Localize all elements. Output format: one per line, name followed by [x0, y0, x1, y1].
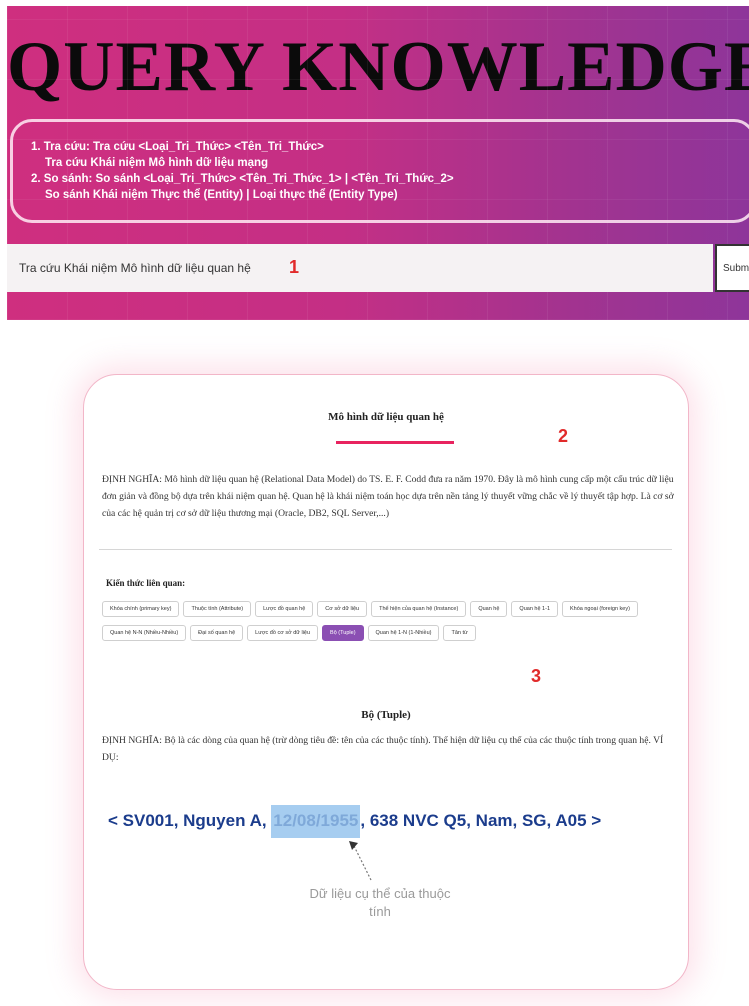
guide-line: 2. So sánh: So sánh <Loại_Tri_Thức> <Tên…: [31, 173, 454, 185]
result-title: Mô hình dữ liệu quan hệ: [328, 411, 444, 423]
query-bar: Submit: [7, 244, 749, 292]
pointer-arrow-icon: [349, 841, 372, 881]
annotation-marker-1: 1: [289, 257, 300, 277]
usage-guide: 1. Tra cứu: Tra cứu <Loại_Tri_Thức> <Tên…: [10, 119, 749, 223]
annotation-marker-3: 3: [531, 666, 542, 686]
divider: [99, 549, 672, 550]
attribute-note: Dữ liệu cụ thể của thuộc tính: [309, 886, 451, 919]
definition-text: ĐỊNH NGHĨA: Mô hình dữ liệu quan hệ (Rel…: [102, 474, 674, 519]
tuple-highlight: 12/08/1955: [271, 805, 361, 838]
guide-line: So sánh Khái niệm Thực thể (Entity) | Lo…: [45, 189, 398, 201]
related-tag[interactable]: Quan hệ N-N (Nhiều-Nhiều): [102, 625, 187, 641]
guide-line: 1. Tra cứu: Tra cứu <Loại_Tri_Thức> <Tên…: [31, 141, 324, 153]
header-banner: QUERY KNOWLEDGE 1. Tra cứu: Tra cứu <Loạ…: [7, 6, 749, 320]
page-title: QUERY KNOWLEDGE: [7, 28, 749, 106]
annotation-marker-2: 2: [558, 426, 569, 446]
tuple-example: < SV001, Nguyen A, 12/08/1955, 638 NVC Q…: [108, 805, 602, 838]
submit-button[interactable]: Submit: [715, 244, 749, 292]
tuple-close: , 638 NVC Q5, Nam, SG, A05 >: [360, 811, 602, 830]
related-tag[interactable]: Cơ sở dữ liệu: [317, 601, 368, 617]
related-tag[interactable]: Khóa chính (primary key): [102, 601, 180, 617]
query-input[interactable]: [7, 244, 713, 292]
related-tag[interactable]: Lược đồ quan hệ: [255, 601, 314, 617]
related-tag[interactable]: Tân từ: [443, 625, 476, 641]
related-tag[interactable]: Quan hệ 1-1: [511, 601, 558, 617]
related-tag[interactable]: Thuộc tính (Attribute): [183, 601, 252, 617]
title-underline: [336, 441, 454, 444]
related-tag[interactable]: Đại số quan hệ: [190, 625, 244, 641]
tuple-title: Bộ (Tuple): [361, 709, 411, 721]
tuple-open: < SV001, Nguyen A,: [108, 811, 272, 830]
related-tag[interactable]: Khóa ngoại (foreign key): [562, 601, 638, 617]
related-tags: Khóa chính (primary key) Thuộc tính (Attr…: [102, 601, 662, 649]
related-tag[interactable]: Thể hiện của quan hệ (Instance): [371, 601, 467, 617]
related-tag[interactable]: Lược đồ cơ sở dữ liệu: [247, 625, 319, 641]
tuple-definition: ĐỊNH NGHĨA: Bộ là các dòng của quan hệ (…: [102, 735, 664, 763]
related-tag[interactable]: Bộ (Tuple): [322, 625, 364, 641]
guide-line: Tra cứu Khái niệm Mô hình dữ liệu mạng: [45, 157, 269, 169]
related-tag[interactable]: Quan hệ 1-N (1-Nhiều): [367, 625, 440, 641]
related-knowledge-label: Kiến thức liên quan:: [106, 578, 186, 588]
related-tag[interactable]: Quan hệ: [470, 601, 508, 617]
result-card: Mô hình dữ liệu quan hệ 2 ĐỊNH NGHĨA: Mô…: [83, 374, 689, 990]
